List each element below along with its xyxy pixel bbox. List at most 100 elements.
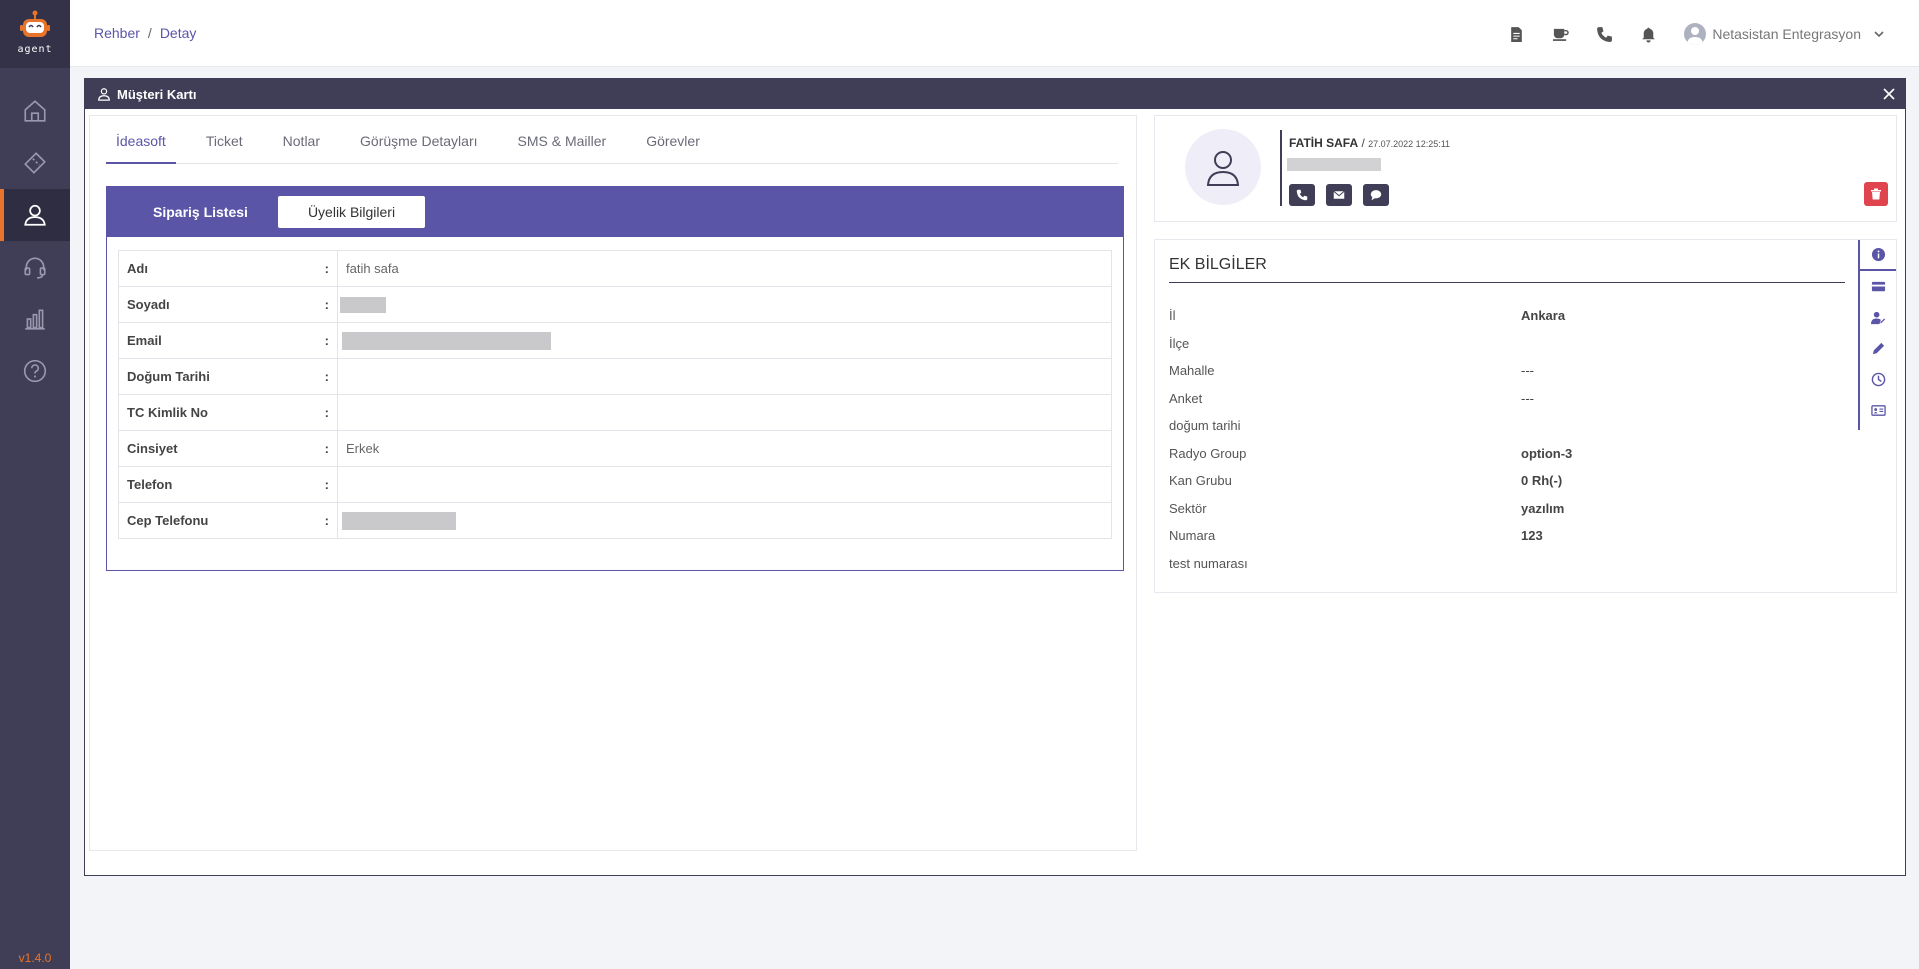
help-icon [23,359,47,383]
field-label: TC Kimlik No: [118,394,338,431]
sidebar-item-help[interactable] [0,345,70,397]
tab-notes[interactable]: Notlar [273,116,330,164]
table-row: Cep Telefonu: [118,502,1112,539]
logo-text: agent [17,44,53,55]
tab-tasks[interactable]: Görevler [636,116,710,164]
modal-title: Müşteri Kartı [117,86,197,102]
break-button[interactable] [1538,20,1582,48]
phone-icon [1596,26,1612,42]
left-panel: İdeasoft Ticket Notlar Görüşme Detayları… [89,115,1137,851]
field-value-redacted [337,322,1112,359]
notifications-button[interactable] [1626,20,1670,48]
list-item: test numarası [1169,555,1248,571]
document-button[interactable] [1494,20,1538,48]
contact-avatar [1185,129,1261,205]
tab-call-details[interactable]: Görüşme Detayları [350,116,487,164]
contact-card: FATİH SAFA / 27.07.2022 12:25:11 [1154,115,1897,222]
clock-icon [1871,372,1885,387]
call-button[interactable] [1289,184,1315,206]
redacted-phone [1287,158,1381,171]
tab-history[interactable] [1860,364,1896,395]
sidebar-item-ticket[interactable] [0,137,70,189]
modal-header: Müşteri Kartı [85,79,1905,109]
app-logo[interactable]: agent [0,0,70,68]
field-value [337,466,1112,503]
chat-icon [1370,190,1382,201]
field-label: Soyadı: [118,286,338,323]
table-row: TC Kimlik No: [118,394,1112,431]
top-icons: Netasistan Entegrasyon [1494,20,1885,48]
list-item: Anket --- [1169,390,1534,406]
field-label: Email: [118,322,338,359]
chevron-down-icon [1874,31,1884,38]
field-value [337,358,1112,395]
field-label: Cep Telefonu: [118,502,338,539]
field-label: Adı: [118,250,338,287]
customer-card-modal: Müşteri Kartı İdeasoft Ticket Notlar Gör… [84,78,1906,876]
delete-button[interactable] [1864,182,1888,206]
list-item: Numara 123 [1169,528,1543,544]
bell-icon [1641,27,1655,42]
field-label: Doğum Tarihi: [118,358,338,395]
tab-sms-mails[interactable]: SMS & Mailler [508,116,617,164]
phone-button[interactable] [1582,20,1626,48]
list-item: Kan Grubu 0 Rh(-) [1169,473,1563,489]
tab-card[interactable] [1860,271,1896,302]
envelope-icon [1333,190,1345,199]
subtab-membership-info[interactable]: Üyelik Bilgileri [277,196,426,228]
email-button[interactable] [1326,184,1352,206]
list-item: doğum tarihi [1169,418,1241,434]
phone-icon [1296,189,1308,201]
contact-actions [1289,184,1400,206]
topbar: Rehber / Detay Netasistan Entegrasyon [70,0,1919,67]
sidebar-item-home[interactable] [0,85,70,137]
field-label: Cinsiyet: [118,430,338,467]
tab-edit[interactable] [1860,333,1896,364]
tab-ideasoft[interactable]: İdeasoft [106,116,176,164]
table-row: Soyadı: [118,286,1112,323]
sidebar-item-contacts[interactable] [0,189,70,241]
id-card-icon [1870,405,1886,416]
field-value [337,394,1112,431]
user-edit-icon [1870,311,1885,325]
tab-ticket[interactable]: Ticket [196,116,253,164]
user-avatar-icon [1687,27,1704,45]
tab-user-edit[interactable] [1860,302,1896,333]
sidebar-item-calls[interactable] [0,241,70,293]
sidebar: agent v1.4.0 [0,0,70,969]
subtab-order-list[interactable]: Sipariş Listesi [123,196,278,228]
table-row: Cinsiyet: Erkek [118,430,1112,467]
contact-date: 27.07.2022 12:25:11 [1368,139,1451,149]
field-value-redacted [337,502,1112,539]
list-item: Sektör yazılım [1169,500,1565,516]
user-icon [24,204,46,226]
contact-header: FATİH SAFA / 27.07.2022 12:25:11 [1289,136,1451,150]
breadcrumb-rehber[interactable]: Rehber [94,25,140,41]
breadcrumb: Rehber / Detay [94,25,197,41]
info-icon [1871,247,1885,262]
breadcrumb-detay: Detay [159,25,197,41]
list-item: Radyo Group option-3 [1169,445,1573,461]
side-nav [0,85,70,397]
user-menu[interactable]: Netasistan Entegrasyon [1684,23,1885,45]
coffee-icon [1552,28,1569,41]
headset-icon [24,257,46,279]
contact-name: FATİH SAFA [1289,136,1359,150]
tab-bar: İdeasoft Ticket Notlar Görüşme Detayları… [106,116,1118,164]
ticket-icon [24,152,46,174]
tab-info[interactable] [1860,240,1896,271]
credit-card-icon [1871,281,1885,292]
field-label: Telefon: [118,466,338,503]
tab-id-card[interactable] [1860,395,1896,426]
home-icon [24,100,46,122]
sidebar-item-reports[interactable] [0,293,70,345]
table-row: Telefon: [118,466,1112,503]
ideasoft-content: Sipariş Listesi Üyelik Bilgileri Adı: fa… [106,186,1124,571]
table-row: Doğum Tarihi: [118,358,1112,395]
extra-info-panel: EK BİLGİLER İl Ankara İlçe Mahalle --- Ank… [1154,239,1897,593]
close-icon[interactable] [1881,86,1897,102]
trash-icon [1871,188,1881,200]
extra-info-list: İl Ankara İlçe Mahalle --- Anket --- doğum … [1169,302,1845,577]
app-version: v1.4.0 [18,951,52,965]
sms-button[interactable] [1363,184,1389,206]
